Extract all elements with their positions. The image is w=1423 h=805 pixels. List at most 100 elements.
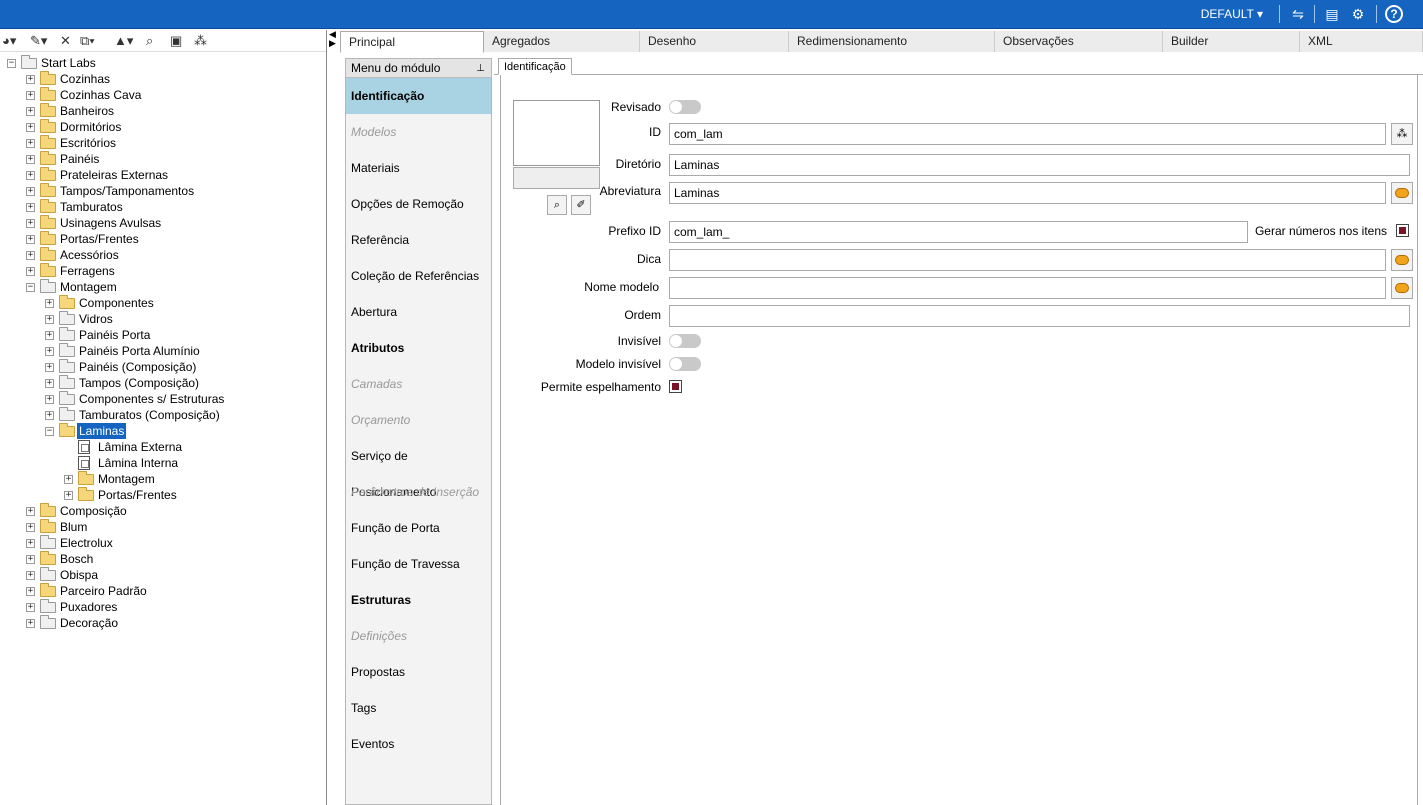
tab-xml[interactable]: XML xyxy=(1300,31,1423,52)
tree-node[interactable]: + Montagem xyxy=(0,471,325,487)
expand-icon[interactable]: + xyxy=(64,475,73,484)
expand-icon[interactable]: + xyxy=(26,235,35,244)
module-menu-item[interactable]: Atributos xyxy=(346,330,491,366)
tab-identificacao[interactable]: Identificação xyxy=(498,58,572,75)
module-menu-item[interactable]: Eventos xyxy=(346,726,491,762)
module-menu-item[interactable]: Opções de Remoção xyxy=(346,186,491,222)
module-menu-item[interactable]: Estruturas xyxy=(346,582,491,618)
delete-icon[interactable]: ✕ xyxy=(60,32,71,50)
tree-node[interactable]: + Obispa xyxy=(0,567,325,583)
tree-node[interactable]: + Cozinhas Cava xyxy=(0,87,325,103)
invisivel-toggle[interactable] xyxy=(669,334,701,348)
tree-node[interactable]: + Escritórios xyxy=(0,135,325,151)
tree-node[interactable]: + Tampos/Tamponamentos xyxy=(0,183,325,199)
network-icon[interactable]: ⁂ xyxy=(1391,123,1413,145)
tree-node[interactable]: + Tamburatos xyxy=(0,199,325,215)
tree-node[interactable]: + Puxadores xyxy=(0,599,325,615)
expand-icon[interactable]: + xyxy=(26,107,35,116)
module-menu-item[interactable]: Serviço de Posicionamento xyxy=(346,438,491,499)
tree-node[interactable]: + Componentes xyxy=(0,295,325,311)
expand-icon[interactable]: + xyxy=(26,539,35,548)
expand-icon[interactable]: + xyxy=(26,219,35,228)
tab-builder[interactable]: Builder xyxy=(1163,31,1300,52)
folder-refresh-icon[interactable]: ▣ xyxy=(170,32,182,50)
binoculars-icon[interactable]: ⌕ xyxy=(146,32,153,50)
module-menu-item[interactable]: Camadas xyxy=(346,366,491,402)
tab-observacoes[interactable]: Observações xyxy=(995,31,1163,52)
collapse-icon[interactable]: − xyxy=(7,59,16,68)
module-menu-item[interactable]: Tags xyxy=(346,690,491,726)
tab-principal[interactable]: Principal xyxy=(340,31,484,53)
tree-node[interactable]: + Cozinhas xyxy=(0,71,325,87)
tree-node[interactable]: + Componentes s/ Estruturas xyxy=(0,391,325,407)
module-menu-item[interactable]: Materiais xyxy=(346,150,491,186)
expand-icon[interactable]: + xyxy=(26,123,35,132)
abreviatura-field[interactable] xyxy=(669,182,1386,204)
tab-redimensionamento[interactable]: Redimensionamento xyxy=(789,31,995,52)
tab-agregados[interactable]: Agregados xyxy=(484,31,640,52)
modelo-invisivel-toggle[interactable] xyxy=(669,357,701,371)
tree-node[interactable]: + Ferragens xyxy=(0,263,325,279)
tree-node[interactable]: − Montagem xyxy=(0,279,325,295)
tree-node[interactable]: + Painéis Porta xyxy=(0,327,325,343)
tree-node[interactable]: + Painéis (Composição) xyxy=(0,359,325,375)
collapse-arrow-icon[interactable]: ◀ ▶ xyxy=(329,30,337,50)
expand-icon[interactable]: + xyxy=(26,75,35,84)
binoculars-icon[interactable]: ⌕ xyxy=(547,195,567,215)
tab-desenho[interactable]: Desenho xyxy=(640,31,789,52)
settings-icon[interactable]: ⚙ xyxy=(1348,5,1368,23)
expand-icon[interactable]: + xyxy=(64,491,73,500)
tree-node[interactable]: + Prateleiras Externas xyxy=(0,167,325,183)
expand-icon[interactable]: + xyxy=(26,91,35,100)
collapse-icon[interactable]: − xyxy=(45,427,54,436)
module-menu-item[interactable]: Parâmetros de Inserção xyxy=(346,474,491,510)
tree-node[interactable]: + Parceiro Padrão xyxy=(0,583,325,599)
revisado-toggle[interactable] xyxy=(669,100,701,114)
tree-node[interactable]: + Banheiros xyxy=(0,103,325,119)
help-icon[interactable]: ? xyxy=(1385,5,1403,23)
tree-node[interactable]: + Electrolux xyxy=(0,535,325,551)
module-menu-item[interactable]: Modelos xyxy=(346,114,491,150)
tree-node[interactable]: + Vidros xyxy=(0,311,325,327)
globe-icon[interactable]: ◕▾ xyxy=(2,32,16,50)
expand-icon[interactable]: + xyxy=(45,331,54,340)
expand-icon[interactable]: + xyxy=(26,587,35,596)
tree-node[interactable]: Lâmina Externa xyxy=(0,439,325,455)
tree-node[interactable]: + Tampos (Composição) xyxy=(0,375,325,391)
module-menu-item[interactable]: Função de Porta xyxy=(346,510,491,546)
tree-node[interactable]: + Bosch xyxy=(0,551,325,567)
tree-node[interactable]: + Decoração xyxy=(0,615,325,631)
tree-node[interactable]: + Usinagens Avulsas xyxy=(0,215,325,231)
collapse-icon[interactable]: − xyxy=(26,283,35,292)
prefixo-field[interactable] xyxy=(669,221,1248,243)
expand-icon[interactable]: + xyxy=(26,267,35,276)
move-up-icon[interactable]: ▲▾ xyxy=(114,32,133,50)
expand-icon[interactable]: + xyxy=(26,507,35,516)
expand-icon[interactable]: + xyxy=(26,523,35,532)
expand-icon[interactable]: + xyxy=(26,603,35,612)
translate-bubble-icon[interactable] xyxy=(1391,249,1413,271)
tree-node[interactable]: + Painéis Porta Alumínio xyxy=(0,343,325,359)
ordem-field[interactable] xyxy=(669,305,1410,327)
expand-icon[interactable]: + xyxy=(45,379,54,388)
network-icon[interactable]: ⇋ xyxy=(1288,5,1308,23)
new-item-icon[interactable]: ✎▾ xyxy=(30,32,47,50)
expand-icon[interactable]: + xyxy=(26,203,35,212)
module-menu-item[interactable]: Função de Travessa xyxy=(346,546,491,582)
tree-node[interactable]: + Portas/Frentes xyxy=(0,231,325,247)
expand-icon[interactable]: + xyxy=(45,363,54,372)
nome-modelo-field[interactable] xyxy=(669,277,1386,299)
module-menu-item[interactable]: Definições xyxy=(346,618,491,654)
module-menu-item[interactable]: Identificação xyxy=(346,78,491,114)
expand-icon[interactable]: + xyxy=(26,619,35,628)
eraser-icon[interactable]: ✐ xyxy=(571,195,591,215)
expand-icon[interactable]: + xyxy=(26,139,35,148)
dica-field[interactable] xyxy=(669,249,1386,271)
module-menu-item[interactable]: Referência xyxy=(346,222,491,258)
expand-icon[interactable]: + xyxy=(45,299,54,308)
tree-node[interactable]: Lâmina Interna xyxy=(0,455,325,471)
expand-icon[interactable]: + xyxy=(26,555,35,564)
expand-icon[interactable]: + xyxy=(45,347,54,356)
network-icon[interactable]: ⁂ xyxy=(194,32,207,50)
diretorio-field[interactable] xyxy=(669,154,1410,176)
